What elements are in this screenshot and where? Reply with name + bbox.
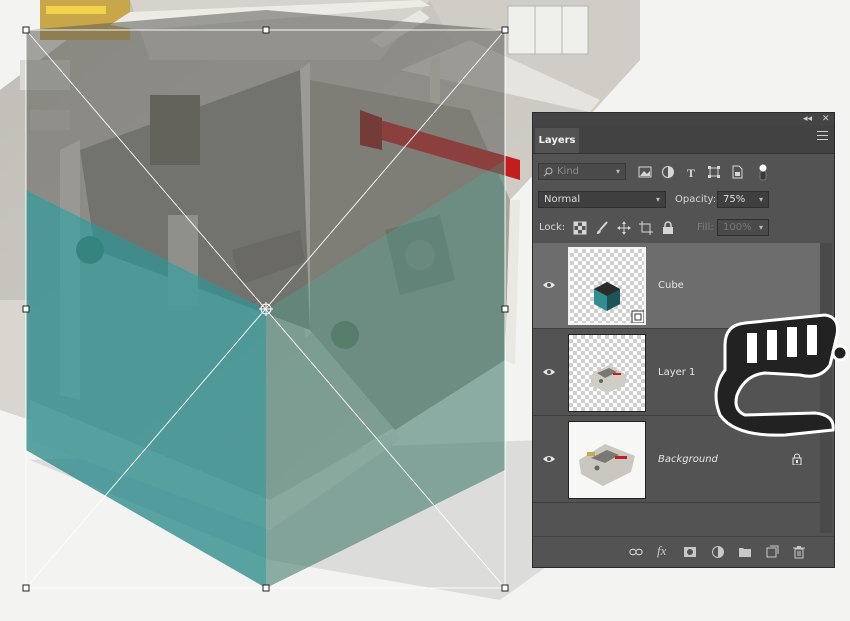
link-layers-icon[interactable] [629,545,643,559]
fill-value: 100% [723,222,752,233]
panel-bottom-toolbar: fx [533,536,834,567]
eye-icon[interactable] [542,367,556,377]
lock-label: Lock: [539,222,566,233]
chevron-down-icon: ▾ [758,195,763,204]
layer-name: Background [658,454,718,465]
panel-tab-row: Layers [533,125,834,154]
search-icon [543,167,553,177]
chevron-down-icon: ▾ [615,167,620,176]
handle-bottom-right [501,584,509,592]
blend-mode-value: Normal [544,194,581,205]
adjustment-filter-icon[interactable] [661,165,675,179]
eye-icon[interactable] [542,280,556,290]
lock-artboard-icon[interactable] [639,221,653,235]
filter-kind-label: Kind [557,166,580,177]
tab-layers[interactable]: Layers [535,128,579,153]
layer-thumbnail [568,421,646,499]
watermark-logo [714,313,849,437]
chevron-down-icon: ▾ [758,223,763,232]
lock-row: Lock: Fill: 100% ▾ [533,219,834,239]
adjustment-layer-icon[interactable] [711,545,725,559]
close-panel-icon[interactable]: ✕ [822,113,830,125]
shape-filter-icon[interactable] [707,165,721,179]
new-layer-icon[interactable] [765,545,779,559]
chevron-down-icon: ▾ [655,195,660,204]
filter-kind-dropdown[interactable]: Kind ▾ [538,163,626,180]
lock-position-icon[interactable] [617,221,631,235]
smart-object-filter-icon[interactable] [730,165,744,179]
handle-top-center [262,26,270,34]
layer-thumbnail [568,247,646,325]
filter-row: Kind ▾ T [533,163,834,183]
image-filter-icon[interactable] [638,165,652,179]
handle-middle-right [501,305,509,313]
lock-all-icon[interactable] [661,221,675,235]
lock-transparent-pixels-icon[interactable] [573,221,587,235]
fill-label: Fill: [697,222,714,233]
opacity-label: Opacity: [675,194,717,205]
trash-icon[interactable] [792,545,806,559]
eye-icon[interactable] [542,454,556,464]
layer-lock-icon [792,453,802,465]
handle-top-left [22,26,30,34]
collapse-panel-icon[interactable]: ◂◂ [803,113,812,125]
layer-name: Layer 1 [658,367,696,378]
layer-name: Cube [658,280,684,291]
handle-bottom-center [262,584,270,592]
handle-middle-left [22,305,30,313]
svg-text:T: T [687,166,695,179]
layer-mask-icon[interactable] [683,545,697,559]
fill-field[interactable]: 100% ▾ [717,219,769,236]
opacity-field[interactable]: 75% ▾ [717,191,769,208]
fx-icon[interactable]: fx [657,543,671,558]
blend-row: Normal ▾ Opacity: 75% ▾ [533,191,834,211]
handle-top-right [501,26,509,34]
panel-title-bar: ◂◂ ✕ [533,113,834,125]
layer-thumbnail [568,334,646,412]
opacity-value: 75% [723,194,746,205]
filter-toggle-icon[interactable] [757,163,769,181]
panel-menu-icon[interactable] [817,131,828,143]
lock-image-pixels-icon[interactable] [595,221,609,235]
group-folder-icon[interactable] [738,545,752,559]
type-filter-icon[interactable]: T [684,165,698,179]
blend-mode-dropdown[interactable]: Normal ▾ [538,191,666,208]
handle-bottom-left [22,584,30,592]
